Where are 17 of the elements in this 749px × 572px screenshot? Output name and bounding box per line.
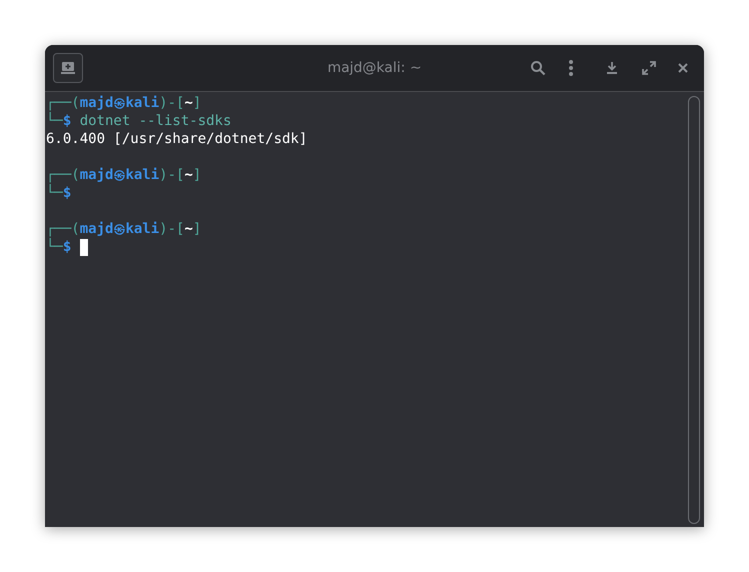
download-icon[interactable] xyxy=(606,62,618,74)
prompt-symbol: └─$ xyxy=(46,238,72,256)
scrollbar[interactable] xyxy=(688,96,700,524)
prompt-symbol: └─$ xyxy=(46,184,72,202)
prompt-line: ┌──(majd㉿kali)-[~] xyxy=(46,94,202,112)
prompt-symbol: └─$ xyxy=(46,112,72,130)
search-icon[interactable] xyxy=(530,60,546,76)
window-title: majd@kali: ~ xyxy=(326,60,423,76)
new-tab-button[interactable] xyxy=(53,53,83,83)
terminal-plus-icon xyxy=(61,62,75,74)
close-icon[interactable] xyxy=(678,63,688,73)
menu-icon[interactable] xyxy=(568,59,574,77)
output-line: 6.0.400 [/usr/share/dotnet/sdk] xyxy=(46,130,308,148)
fullscreen-icon[interactable] xyxy=(642,61,656,75)
prompt-line: ┌──(majd㉿kali)-[~] xyxy=(46,220,202,238)
command-text: dotnet --list-sdks xyxy=(80,112,232,130)
prompt-line: ┌──(majd㉿kali)-[~] xyxy=(46,166,202,184)
